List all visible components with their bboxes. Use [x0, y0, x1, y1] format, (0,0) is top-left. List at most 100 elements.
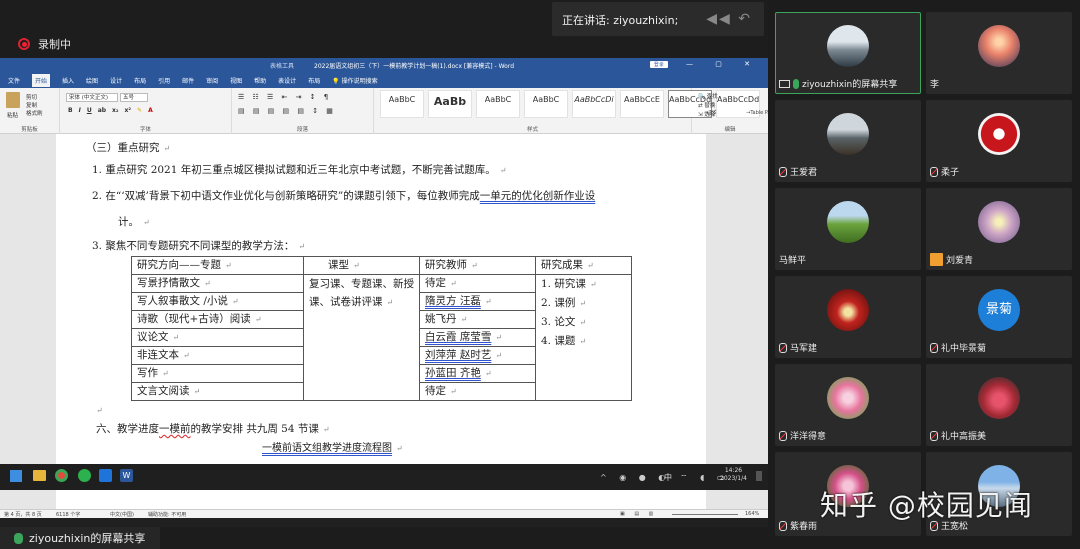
menu-insert[interactable]: 插入 — [62, 76, 74, 85]
accessibility-status[interactable]: 辅助功能: 不可用 — [148, 511, 186, 518]
style-option[interactable]: AaBbCcDi强调 — [572, 90, 640, 118]
menu-home[interactable]: 开始 — [32, 73, 51, 87]
subscript-icon[interactable]: x₂ — [112, 107, 119, 114]
empty-paragraph: ↵ — [96, 406, 103, 415]
mic-on-icon — [793, 78, 799, 89]
teacher-cell[interactable]: 隋灵方 汪磊 ↵ — [419, 292, 536, 311]
style-option[interactable]: AaBb标题 1 — [428, 90, 494, 118]
teacher-cell[interactable]: 孙蓝田 齐艳 ↵ — [419, 364, 536, 383]
bold-icon[interactable]: B — [68, 107, 73, 114]
superscript-icon[interactable]: x² — [125, 107, 132, 114]
menu-table-design[interactable]: 表设计 — [278, 76, 296, 85]
participant-tile[interactable]: 景菊 礼中毕景菊 — [926, 276, 1072, 358]
menu-view[interactable]: 视图 — [230, 76, 242, 85]
table-header[interactable]: 课型 ↵ — [303, 256, 420, 275]
style-option[interactable]: AaBbC标题 — [380, 90, 441, 118]
windows-start-icon[interactable] — [10, 470, 22, 482]
mic-muted-icon — [779, 430, 787, 441]
participant-tile[interactable]: 马鲜平 — [775, 188, 921, 270]
participant-tile[interactable]: 马军建 — [775, 276, 921, 358]
teacher-cell[interactable]: 白云霞 席莹雪 ↵ — [419, 328, 536, 347]
topic-cell[interactable]: 文言文阅读 ↵ — [131, 382, 304, 401]
strikethrough-icon[interactable]: ab — [98, 107, 106, 114]
zoom-level[interactable]: 164% — [745, 511, 759, 517]
table-header[interactable]: 研究成果 ↵ — [535, 256, 632, 275]
participant-tile[interactable]: 礼中高振美 — [926, 364, 1072, 446]
clock[interactable]: 14:26 2023/1/4 — [720, 467, 747, 483]
view-mode-icon[interactable]: ▣ ▤ ▥ — [620, 511, 657, 517]
teacher-cell[interactable]: 待定 ↵ — [419, 274, 536, 293]
menu-file[interactable]: 文件 — [8, 76, 20, 85]
topic-cell[interactable]: 写作 ↵ — [131, 364, 304, 383]
research-table[interactable]: 研究方向——专题 ↵ 课型 ↵ 研究教师 ↵ 研究成果 ↵ 写景抒情散文 ↵ 复习课、专题… — [131, 256, 632, 401]
system-tray-icon[interactable]: ^ ◉ ● ◐ — [600, 473, 670, 482]
page-count[interactable]: 第 4 页，共 8 页 — [4, 511, 42, 518]
participant-tile[interactable]: 李 — [926, 12, 1072, 94]
wechat-icon[interactable] — [78, 469, 91, 482]
topic-cell[interactable]: 写景抒情散文 ↵ — [131, 274, 304, 293]
style-option[interactable]: AaBbCcE要点 — [620, 90, 686, 118]
file-explorer-icon[interactable] — [33, 470, 46, 481]
participant-tile[interactable]: 柔子 — [926, 100, 1072, 182]
teacher-cell[interactable]: 姚飞丹 ↵ — [419, 310, 536, 329]
participant-name: 礼中毕景菊 — [930, 341, 986, 354]
style-option[interactable]: AaBbC标题 3 — [524, 90, 588, 118]
menu-draw[interactable]: 绘图 — [86, 76, 98, 85]
menu-search[interactable]: 💡 操作说明搜索 — [332, 76, 377, 85]
chrome-icon[interactable] — [55, 469, 68, 482]
menu-design[interactable]: 设计 — [110, 76, 122, 85]
input-language[interactable]: 中 — [664, 472, 672, 483]
table-header[interactable]: 研究方向——专题 ↵ — [131, 256, 304, 275]
select-button[interactable]: ⇲ 选择 — [698, 110, 715, 118]
copy-button[interactable]: 复制 — [26, 101, 37, 109]
table-header[interactable]: 研究教师 ↵ — [419, 256, 536, 275]
style-option[interactable]: AaBbC标题 2 — [476, 90, 540, 118]
zoom-slider[interactable] — [672, 514, 738, 515]
highlight-icon[interactable]: ✎ — [137, 107, 142, 114]
participant-tile[interactable]: 洋洋得意 — [775, 364, 921, 446]
replace-button[interactable]: ⇄ 替换 — [698, 101, 715, 109]
topic-cell[interactable]: 议论文 ↵ — [131, 328, 304, 347]
underline-icon[interactable]: U — [87, 107, 92, 114]
shared-screen[interactable]: 表格工具 2022届语文组初三（下）一模前教学计划一稿(1).docx [兼容模… — [0, 58, 768, 527]
align-buttons-icon[interactable]: ▤ ▤ ▤ ▤ ▤ ↕ ▦ — [238, 107, 336, 115]
meeting-app-icon[interactable] — [99, 469, 112, 482]
format-painter-button[interactable]: 格式刷 — [26, 109, 43, 117]
italic-icon[interactable]: I — [79, 107, 81, 114]
font-size-select[interactable]: 五号 — [120, 93, 148, 102]
word-count[interactable]: 6118 个字 — [56, 511, 80, 518]
menu-help[interactable]: 帮助 — [254, 76, 266, 85]
menu-references[interactable]: 引用 — [158, 76, 170, 85]
paste-icon[interactable] — [6, 92, 20, 108]
participant-tile[interactable]: 刘爱青 — [926, 188, 1072, 270]
participant-tile[interactable]: ziyouzhixin的屏幕共享 — [775, 12, 921, 94]
font-color-icon[interactable]: A — [148, 107, 153, 114]
list-buttons-icon[interactable]: ☰ ☷ ☰ ⇤ ⇥ ↕ ¶ — [238, 93, 331, 101]
notification-icon[interactable] — [756, 471, 762, 481]
menu-table-layout[interactable]: 布局 — [308, 76, 320, 85]
menu-review[interactable]: 审阅 — [206, 76, 218, 85]
language-status[interactable]: 中文(中国) — [110, 511, 134, 518]
topic-cell[interactable]: 写人叙事散文 /小说 ↵ — [131, 292, 304, 311]
topic-cell[interactable]: 诗歌（现代+古诗）阅读 ↵ — [131, 310, 304, 329]
menu-mailings[interactable]: 邮件 — [182, 76, 194, 85]
teacher-cell[interactable]: 刘萍萍 赵时艺 ↵ — [419, 346, 536, 365]
topic-text: 议论文 — [137, 331, 169, 343]
window-controls-icon[interactable]: ▢ — ▢ ✕ — [657, 60, 760, 68]
topic-cell[interactable]: 非连文本 ↵ — [131, 346, 304, 365]
find-button[interactable]: 🔍 查找 — [698, 92, 718, 100]
share-banner[interactable]: ziyouzhixin的屏幕共享 — [0, 527, 160, 549]
course-type-cell[interactable]: 复习课、专题课、新授课、试卷讲评课 ↵ — [303, 274, 420, 401]
document-page[interactable]: （三）重点研究 ↵ 1. 重点研究 2021 年初三重点城区模拟试题和近三年北京中… — [56, 134, 706, 509]
font-name-select[interactable]: 宋体 (中文正文) — [66, 93, 118, 102]
paste-button[interactable]: 粘贴 — [7, 111, 18, 119]
collapse-icon[interactable]: ◀◀ ↶ — [706, 11, 752, 27]
results-cell[interactable]: 1. 研究课 ↵ 2. 课例 ↵ 3. 论文 ↵ 4. 课题 ↵ — [535, 274, 632, 401]
menu-layout[interactable]: 布局 — [134, 76, 146, 85]
word-app-icon[interactable]: W — [120, 469, 133, 482]
teacher-cell[interactable]: 待定 ↵ — [419, 382, 536, 401]
recording-indicator[interactable]: 录制中 — [18, 36, 71, 52]
participant-tile[interactable]: 王爱君 — [775, 100, 921, 182]
document-area[interactable]: （三）重点研究 ↵ 1. 重点研究 2021 年初三重点城区模拟试题和近三年北京中… — [0, 134, 768, 509]
cut-button[interactable]: 剪切 — [26, 93, 37, 101]
